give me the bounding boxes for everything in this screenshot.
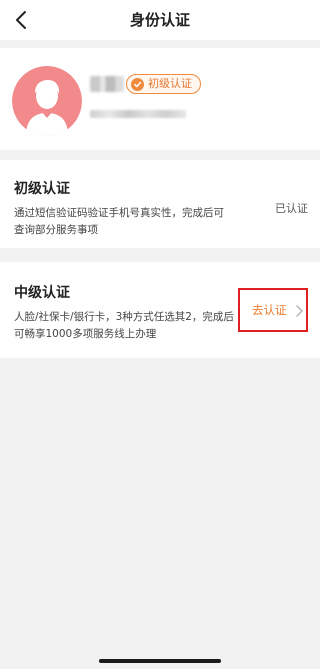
card-description: 通过短信验证码验证手机号真实性，完成后可查询部分服务事项 — [14, 207, 224, 236]
profile-section: 初级认证 — [0, 48, 320, 150]
badge-label: 初级认证 — [148, 77, 192, 90]
verified-status: 已认证 — [275, 202, 308, 215]
card-title: 中级认证 — [14, 285, 70, 301]
home-indicator[interactable] — [99, 659, 221, 663]
verification-level-badge: 初级认证 — [126, 74, 201, 94]
card-title: 初级认证 — [14, 181, 70, 197]
chevron-right-icon — [296, 305, 303, 317]
basic-verification-card: 初级认证 通过短信验证码验证手机号真实性，完成后可查询部分服务事项 已认证 — [0, 160, 320, 248]
masked-id-number — [90, 110, 186, 118]
intermediate-verification-card[interactable]: 中级认证 人脸/社保卡/银行卡，3种方式任选其2，完成后可畅享1000多项服务线… — [0, 262, 320, 358]
verified-medal-icon — [131, 77, 144, 91]
masked-username — [90, 76, 124, 92]
avatar[interactable] — [12, 66, 82, 136]
page-title: 身份认证 — [129, 11, 190, 29]
default-avatar-icon — [12, 66, 82, 136]
card-description: 人脸/社保卡/银行卡，3种方式任选其2，完成后可畅享1000多项服务线上办理 — [14, 311, 234, 340]
nav-bar: 身份认证 — [0, 0, 320, 40]
go-verify-button[interactable]: 去认证 — [238, 288, 308, 332]
go-verify-label: 去认证 — [252, 303, 287, 317]
